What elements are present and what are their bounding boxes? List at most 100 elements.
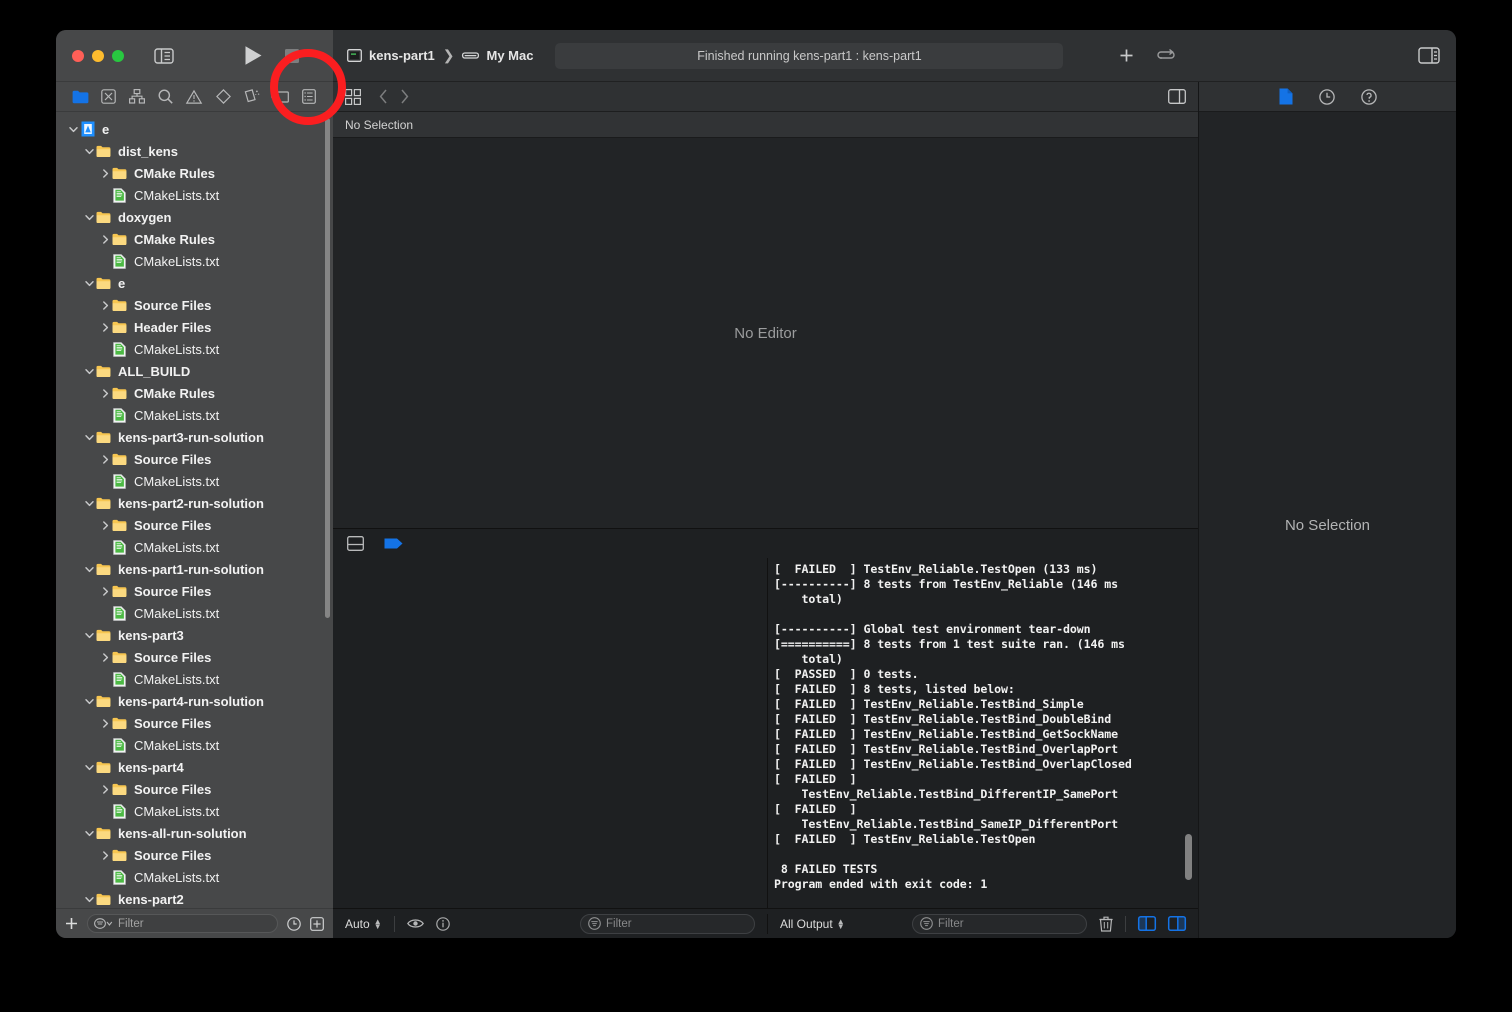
tree-row[interactable]: kens-part4 [56, 756, 333, 778]
add-box-icon[interactable] [310, 916, 324, 931]
chevron-down-icon[interactable] [82, 895, 96, 904]
sidebar-right-icon[interactable] [1418, 47, 1440, 64]
split-editor-icon[interactable] [1168, 89, 1186, 104]
tree-row[interactable]: kens-part3 [56, 624, 333, 646]
tree-row[interactable]: Source Files [56, 712, 333, 734]
show-console-pane-icon[interactable] [1167, 915, 1187, 932]
chevron-right-icon[interactable] [98, 322, 112, 332]
variables-filter-field[interactable]: Filter [580, 913, 755, 934]
chevron-down-icon[interactable] [82, 147, 96, 156]
tree-row[interactable]: CMakeLists.txt [56, 800, 333, 822]
tree-row[interactable]: Source Files [56, 514, 333, 536]
chevron-right-icon[interactable] [98, 652, 112, 662]
trash-icon[interactable] [1099, 916, 1113, 932]
chevron-right-icon[interactable] [400, 89, 409, 104]
chevron-down-icon[interactable] [82, 565, 96, 574]
tree-row[interactable]: Source Files [56, 844, 333, 866]
search-icon[interactable] [157, 88, 174, 105]
chevron-down-icon[interactable] [82, 763, 96, 772]
scheme-destination-selector[interactable]: kens-part1 ❯ My Mac [347, 47, 533, 64]
chevron-down-icon[interactable] [82, 367, 96, 376]
document-icon[interactable] [1279, 88, 1293, 105]
clock-icon[interactable] [1318, 88, 1335, 105]
tree-row[interactable]: kens-part2 [56, 888, 333, 908]
tree-row[interactable]: CMakeLists.txt [56, 602, 333, 624]
tree-row[interactable]: Header Files [56, 316, 333, 338]
chevron-right-icon[interactable] [98, 454, 112, 464]
tree-row[interactable]: Source Files [56, 580, 333, 602]
tree-row[interactable]: CMakeLists.txt [56, 734, 333, 756]
chevron-right-icon[interactable] [98, 234, 112, 244]
tree-row[interactable]: CMake Rules [56, 228, 333, 250]
chevron-right-icon[interactable] [98, 718, 112, 728]
run-button[interactable] [244, 45, 263, 66]
tree-row[interactable]: CMakeLists.txt [56, 250, 333, 272]
diamond-icon[interactable] [215, 88, 232, 105]
console-output[interactable]: [ FAILED ] TestEnv_Reliable.TestOpen (13… [768, 558, 1198, 908]
tree-row[interactable]: kens-part4-run-solution [56, 690, 333, 712]
panel-layout-icon[interactable] [347, 536, 364, 551]
chevron-right-icon[interactable] [98, 168, 112, 178]
editor-jump-bar[interactable]: No Selection [333, 112, 1198, 138]
chevron-down-icon[interactable] [82, 829, 96, 838]
grid-icon[interactable] [345, 88, 361, 105]
chevron-right-icon[interactable] [98, 850, 112, 860]
list-icon[interactable] [300, 88, 317, 105]
tree-row[interactable]: Source Files [56, 294, 333, 316]
hierarchy-icon[interactable] [129, 88, 146, 105]
chevron-right-icon[interactable] [98, 300, 112, 310]
info-circle-icon[interactable] [435, 916, 450, 931]
console-scrollbar-thumb[interactable] [1185, 834, 1192, 880]
tree-row[interactable]: ALL_BUILD [56, 360, 333, 382]
source-control-icon[interactable] [100, 88, 117, 105]
sidebar-left-icon[interactable] [154, 47, 174, 64]
tree-row[interactable]: CMake Rules [56, 382, 333, 404]
chevron-down-icon[interactable] [82, 279, 96, 288]
tree-row[interactable]: CMakeLists.txt [56, 536, 333, 558]
chevron-down-icon[interactable] [82, 499, 96, 508]
show-variables-pane-icon[interactable] [1137, 915, 1157, 932]
chevron-left-icon[interactable] [379, 89, 388, 104]
project-navigator-tree[interactable]: e dist_kens CMake Rules CMakeLists.txt doxyg… [56, 112, 333, 908]
tree-row[interactable]: CMakeLists.txt [56, 404, 333, 426]
swap-arrows-icon[interactable] [1156, 48, 1176, 62]
tree-row[interactable]: kens-part2-run-solution [56, 492, 333, 514]
zoom-button[interactable] [112, 49, 124, 62]
close-button[interactable] [72, 49, 84, 62]
tree-row[interactable]: CMakeLists.txt [56, 338, 333, 360]
tree-row[interactable]: kens-all-run-solution [56, 822, 333, 844]
console-output-popup[interactable]: All Output ▲ ▼ [780, 917, 845, 931]
tree-row[interactable]: e [56, 272, 333, 294]
console-filter-field[interactable]: Filter [912, 913, 1087, 934]
folder-icon[interactable] [72, 88, 89, 105]
tree-row[interactable]: dist_kens [56, 140, 333, 162]
activity-status-bar[interactable]: Finished running kens-part1 : kens-part1 [555, 42, 1064, 69]
question-circle-icon[interactable] [1360, 88, 1377, 105]
tree-row[interactable]: kens-part3-run-solution [56, 426, 333, 448]
chevron-down-icon[interactable] [82, 697, 96, 706]
tree-row[interactable]: Source Files [56, 448, 333, 470]
plus-icon[interactable] [1119, 48, 1134, 63]
navigator-scrollbar[interactable] [325, 118, 330, 618]
chevron-down-icon[interactable] [82, 631, 96, 640]
chevron-down-icon[interactable] [82, 213, 96, 222]
clock-icon[interactable] [287, 916, 301, 931]
tree-row[interactable]: doxygen [56, 206, 333, 228]
tree-row[interactable]: CMakeLists.txt [56, 668, 333, 690]
chevron-down-icon[interactable] [66, 125, 80, 134]
continue-flag-icon[interactable] [384, 537, 404, 550]
plus-icon[interactable] [65, 917, 78, 930]
tag-icon[interactable] [270, 88, 289, 105]
chevron-right-icon[interactable] [98, 586, 112, 596]
tree-row[interactable]: CMakeLists.txt [56, 470, 333, 492]
stop-button[interactable] [285, 48, 299, 63]
tree-row[interactable]: CMakeLists.txt [56, 866, 333, 888]
chevron-right-icon[interactable] [98, 520, 112, 530]
minimize-button[interactable] [92, 49, 104, 62]
variables-scope-popup[interactable]: Auto ▲ ▼ [345, 917, 382, 931]
eye-icon[interactable] [406, 918, 424, 929]
navigator-filter-field[interactable]: Filter [87, 914, 278, 933]
tree-row[interactable]: CMakeLists.txt [56, 184, 333, 206]
chevron-right-icon[interactable] [98, 388, 112, 398]
chevron-down-icon[interactable] [82, 433, 96, 442]
